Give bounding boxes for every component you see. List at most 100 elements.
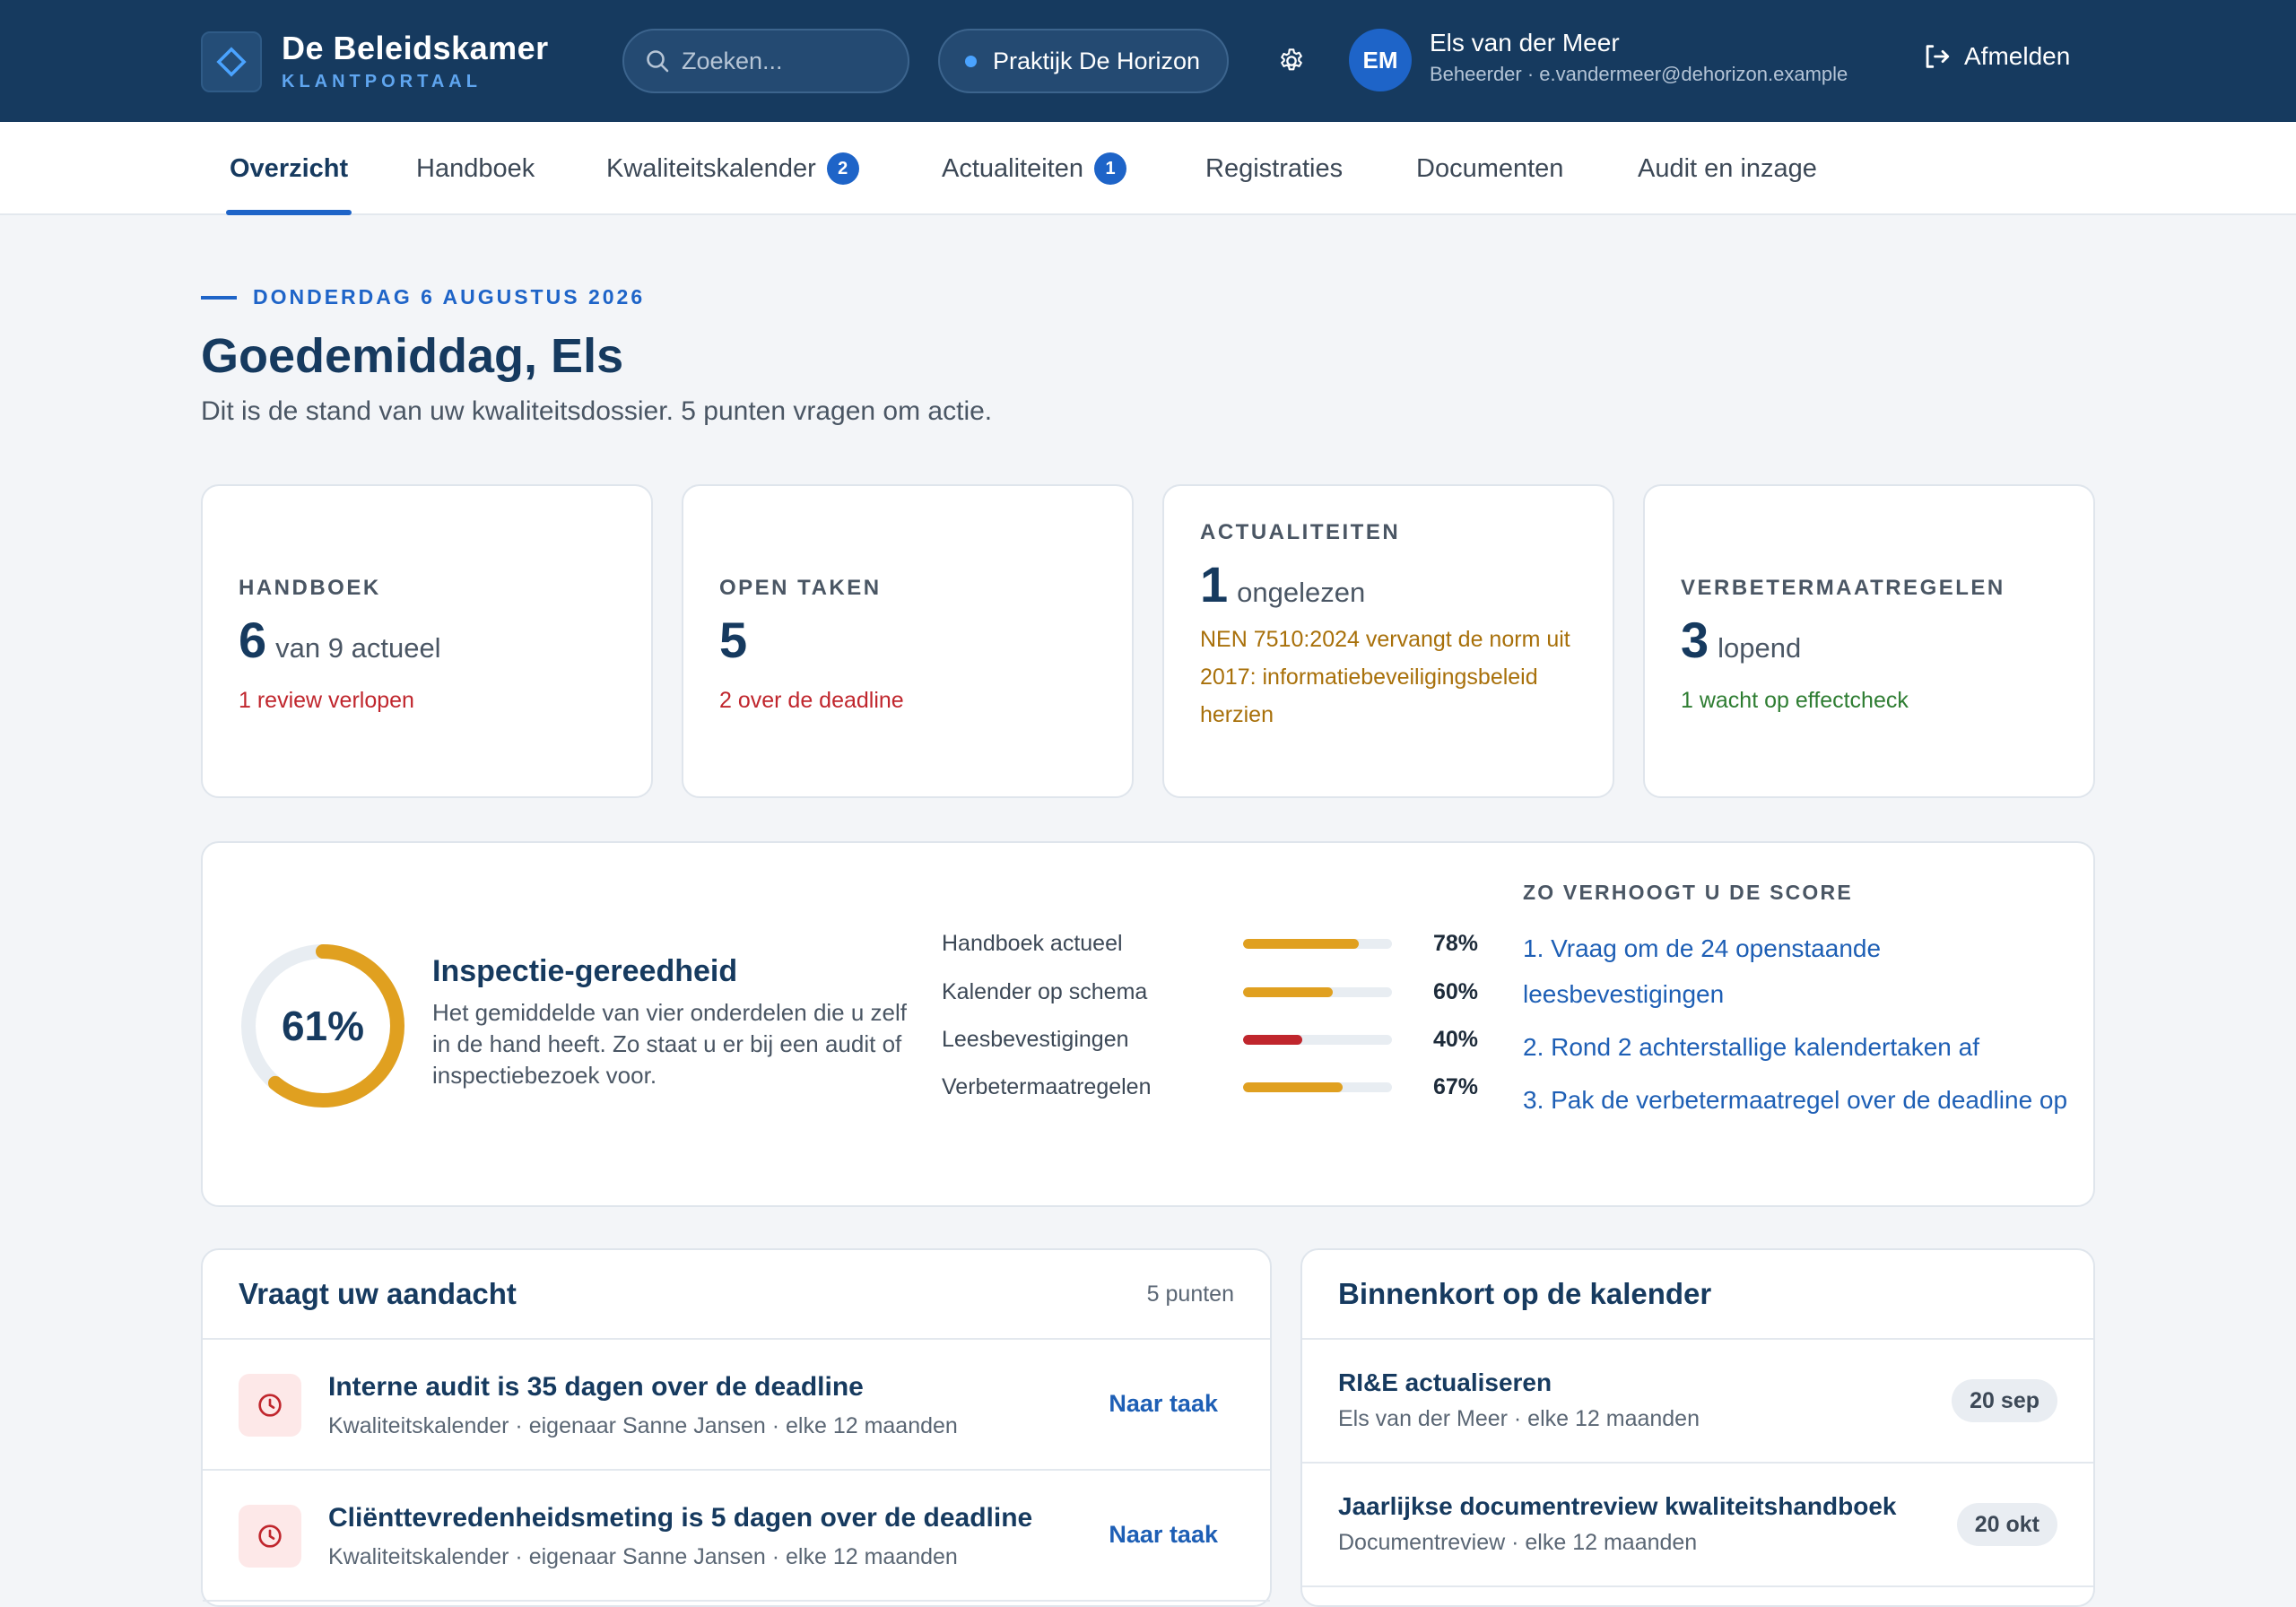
search-box[interactable] <box>622 29 909 93</box>
attention-count: 5 punten <box>1146 1281 1234 1307</box>
stat-value: 3 <box>1681 612 1709 668</box>
score-bar-track <box>1243 986 1392 997</box>
stat-label: VERBETERMAATREGELEN <box>1681 576 2005 600</box>
score-bar-label: Verbetermaatregelen <box>942 1073 1152 1099</box>
practice-name: Praktijk De Horizon <box>993 47 1201 74</box>
stat-value: 5 <box>719 612 748 668</box>
user-info[interactable]: Els van der Meer Beheerder · e.vandermee… <box>1430 27 1848 86</box>
readiness-title: Inspectie-gereedheid <box>432 954 738 988</box>
tips-heading: ZO VERHOOGT U DE SCORE <box>1523 881 1853 904</box>
score-bar-track <box>1243 938 1392 949</box>
stat-card-verbetermaatregelen[interactable]: VERBETERMAATREGELEN 3 lopend 1 wacht op … <box>1643 484 2095 798</box>
attention-item-title: Cliënttevredenheidsmeting is 5 dagen ove… <box>328 1503 1033 1533</box>
brand-name: De Beleidskamer <box>282 30 549 66</box>
score-bar-fill <box>1243 938 1360 949</box>
date-accent-line <box>201 295 237 300</box>
tab-label: Registraties <box>1205 153 1344 183</box>
score-bar-fill <box>1243 986 1333 997</box>
stat-label: OPEN TAKEN <box>719 576 882 600</box>
tab-kwaliteitskalender[interactable]: Kwaliteitskalender 2 <box>606 122 859 215</box>
attention-title: Vraagt uw aandacht <box>239 1277 517 1310</box>
score-bar-row: Verbetermaatregelen 67% <box>942 1069 1498 1105</box>
count-badge: 1 <box>1094 152 1126 185</box>
readiness-description: Het gemiddelde van vier onderdelen die u… <box>432 999 908 1089</box>
avatar[interactable]: EM <box>1349 29 1412 91</box>
brand-logo-icon <box>201 30 262 92</box>
settings-button[interactable] <box>1272 41 1311 81</box>
stat-value: 1 <box>1200 556 1229 612</box>
tab-label: Overzicht <box>230 153 349 183</box>
search-input[interactable] <box>682 47 879 75</box>
tab-overzicht[interactable]: Overzicht <box>226 122 352 215</box>
stat-unit: van 9 actueel <box>275 632 441 664</box>
readiness-score: 61% <box>281 1003 365 1049</box>
tips-list: 1. Vraag om de 24 openstaande leesbevest… <box>1523 925 2070 1130</box>
attention-panel: Vraagt uw aandacht 5 punten Interne audi… <box>201 1248 1272 1607</box>
stat-label: ACTUALITEITEN <box>1200 520 1401 544</box>
gear-icon <box>1281 48 1302 71</box>
attention-item-meta: Kwaliteitskalender · eigenaar Sanne Jans… <box>328 1544 958 1569</box>
score-bar-track <box>1243 1081 1392 1092</box>
tab-actualiteiten[interactable]: Actualiteiten 1 <box>942 122 1126 215</box>
attention-item: Interne audit is 35 dagen over de deadli… <box>203 1340 1270 1471</box>
tab-documenten[interactable]: Documenten <box>1416 122 1563 215</box>
calendar-item-meta: Documentreview · elke 12 maanden <box>1338 1530 1698 1555</box>
go-to-task-link[interactable]: Naar taak <box>1109 1521 1218 1549</box>
page-summary: Dit is de stand van uw kwaliteitsdossier… <box>201 396 993 426</box>
score-bar-row: Handboek actueel 78% <box>942 925 1498 961</box>
calendar-item[interactable]: RI&E actualiseren Els van der Meer · elk… <box>1302 1340 2093 1464</box>
stat-note: 1 review verlopen <box>239 688 414 713</box>
calendar-header: Binnenkort op de kalender <box>1302 1250 2093 1340</box>
tip-link[interactable]: 3. Pak de verbetermaatregel over de dead… <box>1523 1077 2070 1123</box>
score-bar-value: 67% <box>1432 1073 1478 1099</box>
stat-card-actualiteiten[interactable]: ACTUALITEITEN 1 ongelezen NEN 7510:2024 … <box>1162 484 1614 798</box>
stat-card-open-taken[interactable]: OPEN TAKEN 5 2 over de deadline <box>682 484 1134 798</box>
practice-selector[interactable]: Praktijk De Horizon <box>938 29 1230 93</box>
tip-link[interactable]: 1. Vraag om de 24 openstaande leesbevest… <box>1523 925 2070 1017</box>
tab-registraties[interactable]: Registraties <box>1205 122 1343 215</box>
score-bar-track <box>1243 1034 1392 1045</box>
status-dot-icon <box>965 55 977 67</box>
tip-link[interactable]: 2. Rond 2 achterstallige kalendertaken a… <box>1523 1024 2070 1070</box>
attention-item-title: Interne audit is 35 dagen over de deadli… <box>328 1372 864 1402</box>
logout-icon <box>1926 45 1950 68</box>
score-bar-label: Handboek actueel <box>942 930 1123 956</box>
page-title: Goedemiddag, Els <box>201 329 624 383</box>
brand[interactable]: De Beleidskamer KLANTPORTAAL <box>201 30 549 92</box>
top-bar: De Beleidskamer KLANTPORTAAL Praktijk De… <box>0 0 2296 122</box>
clock-icon <box>239 1374 301 1437</box>
attention-item-meta: Kwaliteitskalender · eigenaar Sanne Jans… <box>328 1413 958 1438</box>
date-badge: 20 sep <box>1952 1379 2057 1422</box>
clock-icon <box>239 1505 301 1568</box>
search-icon <box>647 50 669 73</box>
stat-unit: lopend <box>1718 632 1802 664</box>
count-badge: 2 <box>826 152 859 185</box>
tab-label: Handboek <box>416 153 535 183</box>
attention-item: Cliënttevredenheidsmeting is 5 dagen ove… <box>203 1471 1270 1602</box>
attention-header: Vraagt uw aandacht 5 punten <box>203 1250 1270 1340</box>
user-meta: Beheerder · e.vandermeer@dehorizon.examp… <box>1430 63 1848 85</box>
tab-handboek[interactable]: Handboek <box>416 122 535 215</box>
score-bar-row: Leesbevestigingen 40% <box>942 1021 1498 1057</box>
score-bar-label: Leesbevestigingen <box>942 1026 1129 1052</box>
logout-label: Afmelden <box>1964 42 2071 70</box>
score-bar-value: 78% <box>1432 930 1478 956</box>
brand-subtitle: KLANTPORTAAL <box>282 72 482 91</box>
stat-note: NEN 7510:2024 vervangt de norm uit 2017:… <box>1200 627 1570 727</box>
go-to-task-link[interactable]: Naar taak <box>1109 1390 1218 1418</box>
score-bar-value: 40% <box>1432 1026 1478 1052</box>
readiness-panel: 61% Inspectie-gereedheid Het gemiddelde … <box>201 841 2095 1207</box>
calendar-item[interactable]: Jaarlijkse documentreview kwaliteitshand… <box>1302 1464 2093 1587</box>
main-nav: Overzicht Handboek Kwaliteitskalender 2 … <box>0 122 2296 215</box>
calendar-item-title: Jaarlijkse documentreview kwaliteitshand… <box>1338 1492 1897 1520</box>
logout-button[interactable]: Afmelden <box>1921 41 2070 72</box>
current-date: DONDERDAG 6 AUGUSTUS 2026 <box>253 285 646 308</box>
stat-note: 1 wacht op effectcheck <box>1681 688 1909 713</box>
stat-card-handboek[interactable]: HANDBOEK 6 van 9 actueel 1 review verlop… <box>201 484 653 798</box>
tab-label: Actualiteiten <box>942 153 1083 183</box>
calendar-item-title: RI&E actualiseren <box>1338 1368 1552 1396</box>
tab-label: Kwaliteitskalender <box>606 153 816 183</box>
score-bar-fill <box>1243 1034 1303 1045</box>
tab-audit-en-inzage[interactable]: Audit en inzage <box>1638 122 1817 215</box>
score-bar-fill <box>1243 1081 1344 1092</box>
